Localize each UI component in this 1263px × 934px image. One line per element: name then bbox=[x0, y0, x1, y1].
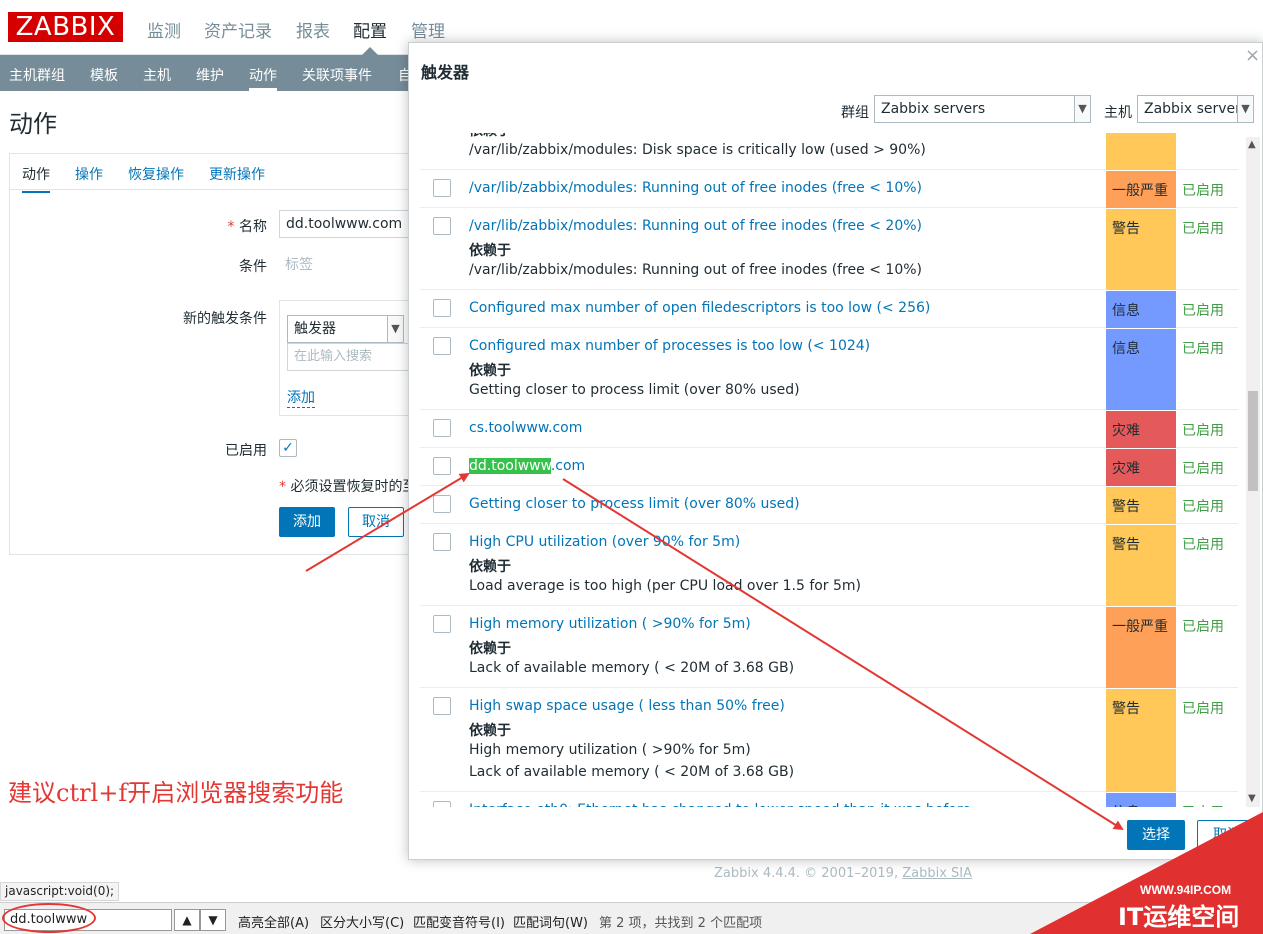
watermark-brand: IT运维空间 bbox=[1118, 903, 1239, 931]
watermark: WWW.94IP.COM IT运维空间 bbox=[1030, 812, 1263, 934]
watermark-url: WWW.94IP.COM bbox=[1140, 883, 1231, 897]
